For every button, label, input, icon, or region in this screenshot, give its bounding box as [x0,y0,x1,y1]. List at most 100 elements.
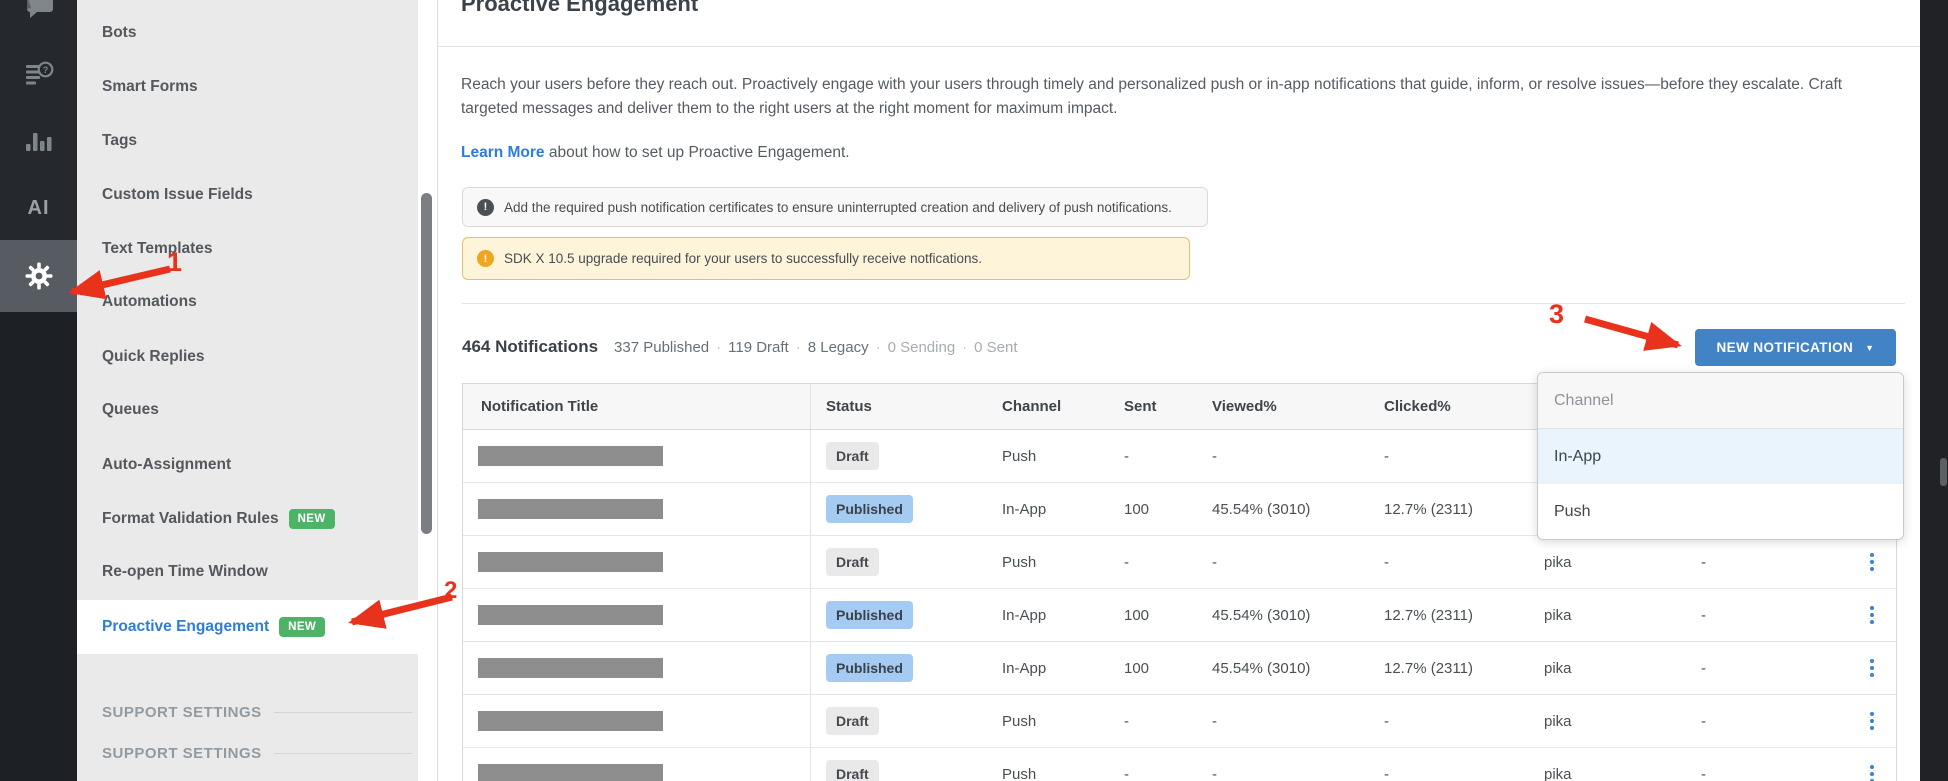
status-badge: Draft [826,707,879,735]
settings-sidebar: Bots Smart Forms Tags Custom Issue Field… [77,0,418,781]
section-header-label: SUPPORT SETTINGS [102,744,262,762]
sidebar-item-label: Automations [102,293,197,310]
redacted-title-bar [478,605,663,625]
redacted-title-bar [478,552,663,572]
section-header-support-settings-2: SUPPORT SETTINGS [77,739,418,767]
sidebar-item-proactive-engagement[interactable]: Proactive Engagement NEW [77,600,418,654]
dropdown-item-in-app[interactable]: In-App [1538,429,1903,484]
sidebar-item-text-templates[interactable]: Text Templates [77,222,418,276]
channel-cell: Push [1002,447,1037,465]
viewed-cell: - [1212,712,1217,730]
warning-icon: ! [477,250,494,267]
table-row[interactable]: Draft Push - - - pika - [463,695,1896,748]
redacted-title-cell [463,642,811,694]
kebab-menu-icon[interactable] [1864,547,1880,577]
learn-more-link[interactable]: Learn More [461,144,545,161]
extra-cell: - [1701,659,1706,677]
section-header-support-settings-1: SUPPORT SETTINGS [77,698,418,726]
section-header-label: SUPPORT SETTINGS [102,703,262,721]
conversations-icon[interactable] [0,0,77,20]
settings-gear-icon[interactable] [0,261,77,291]
sidebar-item-smart-forms[interactable]: Smart Forms [77,60,418,114]
extra-cell: - [1701,765,1706,781]
sidebar-item-label: Queues [102,401,159,418]
extra-cell: - [1701,553,1706,571]
col-header-viewed: Viewed% [1212,398,1277,415]
sidebar-item-label: Custom Issue Fields [102,186,253,203]
stat-sent: 0 Sent [974,339,1018,356]
creator-cell: pika [1544,659,1572,677]
kebab-menu-icon[interactable] [1864,653,1880,683]
status-badge: Published [826,601,913,629]
table-row[interactable]: Published In-App 100 45.54% (3010) 12.7%… [463,642,1896,695]
alert-text: Add the required push notification certi… [504,199,1172,215]
channel-cell: In-App [1002,500,1047,518]
notifications-count: 464 Notifications [462,337,599,356]
col-header-sent: Sent [1124,398,1157,415]
stat-separator: · [795,339,801,356]
kebab-menu-icon[interactable] [1864,600,1880,630]
clicked-cell: - [1384,447,1389,465]
sidebar-item-queues[interactable]: Queues [77,383,418,437]
channel-cell: In-App [1002,606,1047,624]
redacted-title-bar [478,658,663,678]
sent-cell: - [1124,553,1129,571]
redacted-title-bar [478,711,663,731]
analytics-icon[interactable] [0,130,77,152]
table-row[interactable]: Draft Push - - - pika - [463,748,1896,781]
sidebar-scrollbar-thumb[interactable] [421,193,432,534]
dropdown-item-push[interactable]: Push [1538,484,1903,539]
stat-published: 337 Published [614,339,710,356]
redacted-title-cell [463,430,811,482]
sent-cell: - [1124,712,1129,730]
creator-cell: pika [1544,712,1572,730]
sidebar-item-label: Format Validation Rules [102,510,279,527]
intro-line-2: targeted messages and deliver them to th… [461,99,1118,117]
intro-paragraph: Reach your users before they reach out. … [461,73,1842,120]
stat-sending: 0 Sending [887,339,956,356]
sidebar-item-label: Proactive Engagement [102,618,270,635]
page-scrollbar-thumb[interactable] [1940,458,1947,486]
stat-legacy: 8 Legacy [807,339,869,356]
learn-more-row: Learn More about how to set up Proactive… [461,144,850,162]
table-row[interactable]: Draft Push - - - pika - [463,536,1896,589]
stat-separator: · [962,339,968,356]
new-badge: NEW [288,509,335,529]
redacted-title-bar [478,764,663,781]
faq-icon[interactable]: ? [0,60,77,90]
sidebar-item-reopen-time-window[interactable]: Re-open Time Window [77,545,418,599]
stat-draft: 119 Draft [728,339,789,356]
alert-text: SDK X 10.5 upgrade required for your use… [504,251,982,266]
table-row[interactable]: Published In-App 100 45.54% (3010) 12.7%… [463,589,1896,642]
sidebar-item-tags[interactable]: Tags [77,114,418,168]
viewed-cell: 45.54% (3010) [1212,500,1311,518]
kebab-menu-icon[interactable] [1864,759,1880,781]
sidebar-item-quick-replies[interactable]: Quick Replies [77,330,418,384]
ai-icon[interactable]: AI [0,195,77,221]
creator-cell: pika [1544,553,1572,571]
push-certificates-alert: ! Add the required push notification cer… [462,187,1208,227]
status-badge: Draft [826,548,879,576]
sidebar-item-label: Re-open Time Window [102,563,268,580]
sidebar-item-format-validation-rules[interactable]: Format Validation Rules NEW [77,492,418,546]
redacted-title-cell [463,589,811,641]
sent-cell: - [1124,447,1129,465]
sent-cell: 100 [1124,606,1150,624]
status-badge: Draft [826,442,879,470]
viewed-cell: 45.54% (3010) [1212,606,1311,624]
channel-cell: Push [1002,712,1037,730]
extra-cell: - [1701,712,1706,730]
clicked-cell: - [1384,765,1389,781]
clicked-cell: - [1384,553,1389,571]
sidebar-item-label: Smart Forms [102,78,198,95]
sidebar-item-bots[interactable]: Bots [77,6,418,60]
status-badge: Published [826,654,913,682]
sidebar-item-auto-assignment[interactable]: Auto-Assignment [77,438,418,492]
sidebar-item-label: Text Templates [102,240,213,257]
viewed-cell: - [1212,553,1217,571]
sidebar-item-custom-issue-fields[interactable]: Custom Issue Fields [77,168,418,222]
sidebar-item-automations[interactable]: Automations [77,275,418,329]
new-notification-button[interactable]: NEW NOTIFICATION ▼ [1695,329,1896,366]
col-header-status: Status [826,398,872,415]
kebab-menu-icon[interactable] [1864,706,1880,736]
